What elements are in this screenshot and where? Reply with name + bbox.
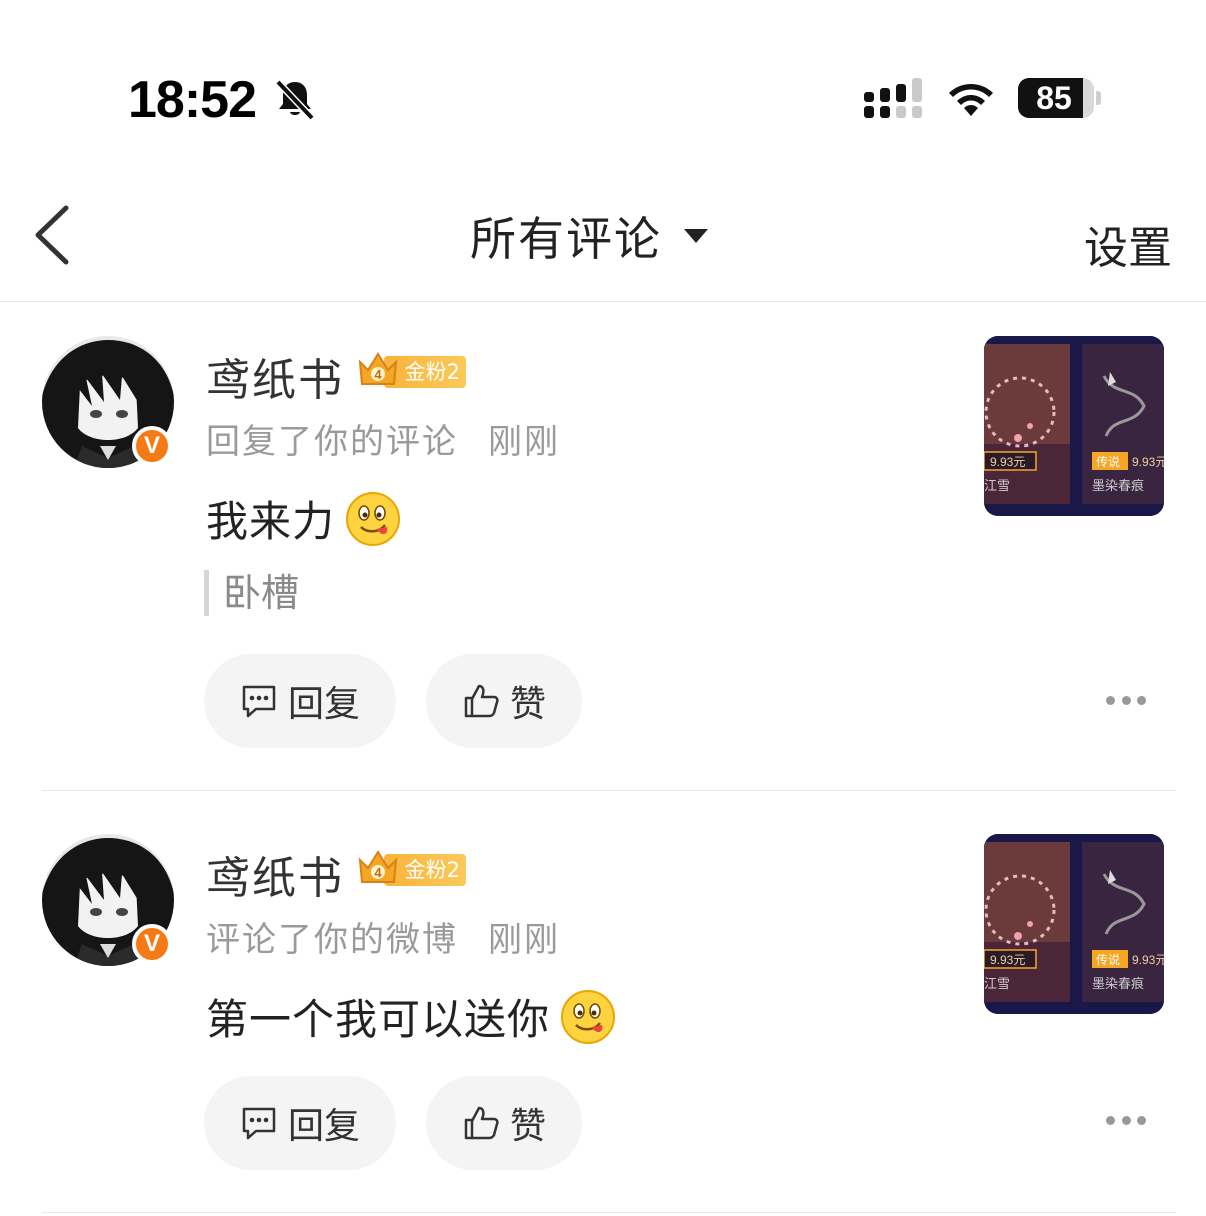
crown-icon: 4 [358,352,398,385]
caret-down-icon [684,229,708,243]
thumb-left-name: 江雪 [984,479,1010,494]
fan-level-text: 4 [374,367,382,382]
nav-bar: 所有评论 设置 [0,170,1206,302]
post-thumbnail[interactable]: 9.93元 江雪 传说 9.93元 墨染春痕 [984,336,1164,516]
thumb-right-price: 9.93元 [1132,953,1164,967]
thumbs-up-icon [464,684,499,718]
thumbnail-image: 9.93元 江雪 传说 9.93元 墨染春痕 [984,834,1164,1014]
battery-level-text: 85 [1036,80,1072,116]
wifi-icon [949,84,993,116]
like-label: 赞 [509,1106,546,1147]
reply-label: 回复 [287,1106,360,1147]
comment-item[interactable]: V 鸢纸书 金粉2 4 回复了你的评论 刚刚 我来力 卧槽 回复 赞 9.93元… [0,302,1206,792]
back-arrow-icon[interactable] [28,202,78,268]
comment-meta: 回复了你的评论 刚刚 [206,414,560,463]
status-bar: 18:52 85 [0,0,1206,170]
thumb-right-name: 墨染春痕 [1092,976,1144,992]
thumb-left-name: 江雪 [984,977,1010,992]
thumbs-up-icon [464,1106,499,1140]
tongue-emoji-icon [346,491,401,546]
comment-item[interactable]: V 鸢纸书 金粉2 4 评论了你的微博 刚刚 第一个我可以送你 回复 赞 9.9… [0,800,1206,1216]
like-button[interactable]: 赞 [426,1076,582,1170]
like-label: 赞 [509,684,546,725]
thumb-right-price: 9.93元 [1132,455,1164,469]
comment-time: 刚刚 [488,422,560,462]
divider [42,1212,1176,1213]
username[interactable]: 鸢纸书 [206,842,344,906]
settings-button[interactable]: 设置 [1084,212,1172,276]
reply-label: 回复 [287,684,360,725]
thumbnail-image: 9.93元 江雪 传说 9.93元 墨染春痕 [984,336,1164,516]
username[interactable]: 鸢纸书 [206,344,344,408]
thumb-left-price: 9.93元 [990,455,1025,469]
like-button[interactable]: 赞 [426,654,582,748]
comment-meta: 评论了你的微博 刚刚 [206,912,560,961]
verified-v-icon: V [132,924,172,964]
comment-bubble-icon [242,1107,276,1140]
comment-action-text: 回复了你的评论 [206,422,458,462]
comment-text: 第一个我可以送你 [206,995,551,1044]
status-time: 18:52 [128,71,257,129]
thumb-left-price: 9.93元 [990,953,1025,967]
comment-bubble-icon [242,685,276,718]
tongue-emoji-icon [561,989,616,1044]
thumb-right-tag: 传说 [1096,454,1120,469]
comment-content: 第一个我可以送你 [206,986,616,1047]
more-options-button[interactable] [1106,696,1146,708]
post-thumbnail[interactable]: 9.93元 江雪 传说 9.93元 墨染春痕 [984,834,1164,1014]
gold-fan-badge[interactable]: 金粉2 4 [356,350,466,392]
divider [42,790,1176,791]
page-title: 所有评论 [470,212,662,266]
quoted-comment: 卧槽 [204,570,299,616]
comment-text: 我来力 [206,497,336,546]
comment-content: 我来力 [206,488,401,549]
comment-filter-dropdown[interactable]: 所有评论 [470,206,708,266]
bell-muted-icon [275,79,315,121]
thumb-right-tag: 传说 [1096,952,1120,967]
reply-button[interactable]: 回复 [204,1076,396,1170]
gold-fan-badge[interactable]: 金粉2 4 [356,848,466,890]
crown-icon: 4 [358,850,398,883]
cellular-signal-icon [864,78,922,118]
reply-button[interactable]: 回复 [204,654,396,748]
comment-time: 刚刚 [488,920,560,960]
battery-indicator: 85 [1018,78,1101,118]
fan-level-text: 4 [374,865,382,880]
more-options-button[interactable] [1106,1116,1146,1128]
comment-action-text: 评论了你的微博 [206,920,458,960]
thumb-right-name: 墨染春痕 [1092,478,1144,494]
verified-v-icon: V [132,426,172,466]
